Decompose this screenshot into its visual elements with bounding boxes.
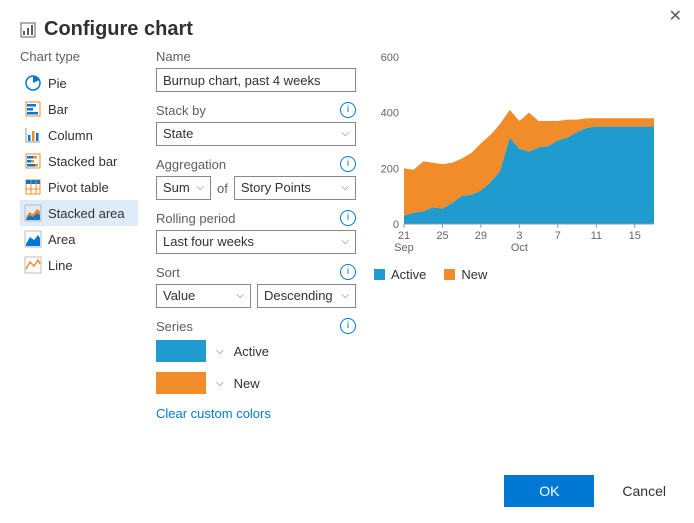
svg-text:200: 200 [381,163,399,175]
chart-type-column[interactable]: Column [20,122,138,148]
bar-icon [24,100,42,118]
info-icon[interactable]: i [340,156,356,172]
legend-label: New [461,267,487,282]
svg-text:Oct: Oct [511,242,528,254]
chevron-down-icon: ⌵ [196,176,204,200]
svg-text:25: 25 [436,230,448,242]
chart-type-heading: Chart type [20,49,138,64]
svg-text:3: 3 [516,230,522,242]
series-color-swatch[interactable] [156,372,206,394]
line-icon [24,256,42,274]
stackby-label: Stack by [156,103,206,118]
info-icon[interactable]: i [340,264,356,280]
pivot-icon [24,178,42,196]
chart-type-bar[interactable]: Bar [20,96,138,122]
svg-text:21: 21 [398,230,410,242]
chevron-down-icon: ⌵ [236,284,244,308]
chart-preview-panel: 0200400600212529371115SepOct Active New [374,49,674,421]
legend-item-active: Active [374,267,426,282]
info-icon[interactable]: i [340,210,356,226]
svg-text:29: 29 [475,230,487,242]
sort-label: Sort [156,265,180,280]
chart-type-area[interactable]: Area [20,226,138,252]
legend-label: Active [391,267,426,282]
chart-config-icon [20,22,36,38]
dialog-footer: OK Cancel [504,475,674,507]
svg-text:Sep: Sep [394,242,414,254]
chart-type-label: Column [48,128,93,143]
chart-type-line[interactable]: Line [20,252,138,278]
chart-type-label: Area [48,232,75,247]
dialog-title: Configure chart [44,18,193,41]
configure-chart-dialog: { "title": "Configure chart", "close_too… [0,0,694,523]
legend-swatch [374,269,385,280]
sort-field-select[interactable]: Value⌵ [156,284,251,308]
series-name: New [234,376,260,391]
column-icon [24,126,42,144]
chart-type-label: Pivot table [48,180,109,195]
legend-item-new: New [444,267,487,282]
chart-type-stacked-bar[interactable]: Stacked bar [20,148,138,174]
chevron-down-icon: ⌵ [341,176,349,200]
close-icon[interactable]: ✕ [669,6,682,26]
chart-legend: Active New [374,267,674,282]
name-input[interactable]: Burnup chart, past 4 weeks [156,68,356,92]
chart-type-label: Bar [48,102,68,117]
of-label: of [217,181,228,196]
series-item-active: ⌵ Active [156,338,356,364]
svg-text:600: 600 [381,52,399,64]
config-form: Name Burnup chart, past 4 weeks Stack by… [156,49,356,421]
chart-type-pivot-table[interactable]: Pivot table [20,174,138,200]
stacked-bar-icon [24,152,42,170]
name-label: Name [156,49,191,64]
svg-text:15: 15 [629,230,641,242]
chart-type-label: Stacked area [48,206,125,221]
aggregation-func-select[interactable]: Sum⌵ [156,176,211,200]
chart-type-label: Stacked bar [48,154,117,169]
svg-text:7: 7 [555,230,561,242]
chevron-down-icon[interactable]: ⌵ [216,346,224,357]
chevron-down-icon[interactable]: ⌵ [216,378,224,389]
cancel-button[interactable]: Cancel [614,483,674,499]
rolling-select[interactable]: Last four weeks⌵ [156,230,356,254]
chart-type-label: Line [48,258,73,273]
area-icon [24,230,42,248]
chart-type-stacked-area[interactable]: Stacked area [20,200,138,226]
stacked-area-icon [24,204,42,222]
chart-type-pie[interactable]: Pie [20,70,138,96]
aggregation-field-select[interactable]: Story Points⌵ [234,176,356,200]
ok-button[interactable]: OK [504,475,594,507]
chart-type-label: Pie [48,76,67,91]
sort-dir-select[interactable]: Descending⌵ [257,284,356,308]
series-color-swatch[interactable] [156,340,206,362]
series-item-new: ⌵ New [156,370,356,396]
clear-custom-colors-link[interactable]: Clear custom colors [156,406,356,421]
series-label: Series [156,319,193,334]
pie-icon [24,74,42,92]
chevron-down-icon: ⌵ [341,122,349,146]
info-icon[interactable]: i [340,102,356,118]
legend-swatch [444,269,455,280]
aggregation-label: Aggregation [156,157,226,172]
chevron-down-icon: ⌵ [341,230,349,254]
chart-type-list: Chart type Pie Bar Column Stacked bar Pi… [20,49,138,421]
svg-text:11: 11 [591,230,602,242]
info-icon[interactable]: i [340,318,356,334]
stackby-select[interactable]: State⌵ [156,122,356,146]
chart-preview: 0200400600212529371115SepOct [374,49,664,259]
svg-text:400: 400 [381,108,399,120]
chevron-down-icon: ⌵ [341,284,349,308]
series-name: Active [234,344,269,359]
rolling-label: Rolling period [156,211,236,226]
